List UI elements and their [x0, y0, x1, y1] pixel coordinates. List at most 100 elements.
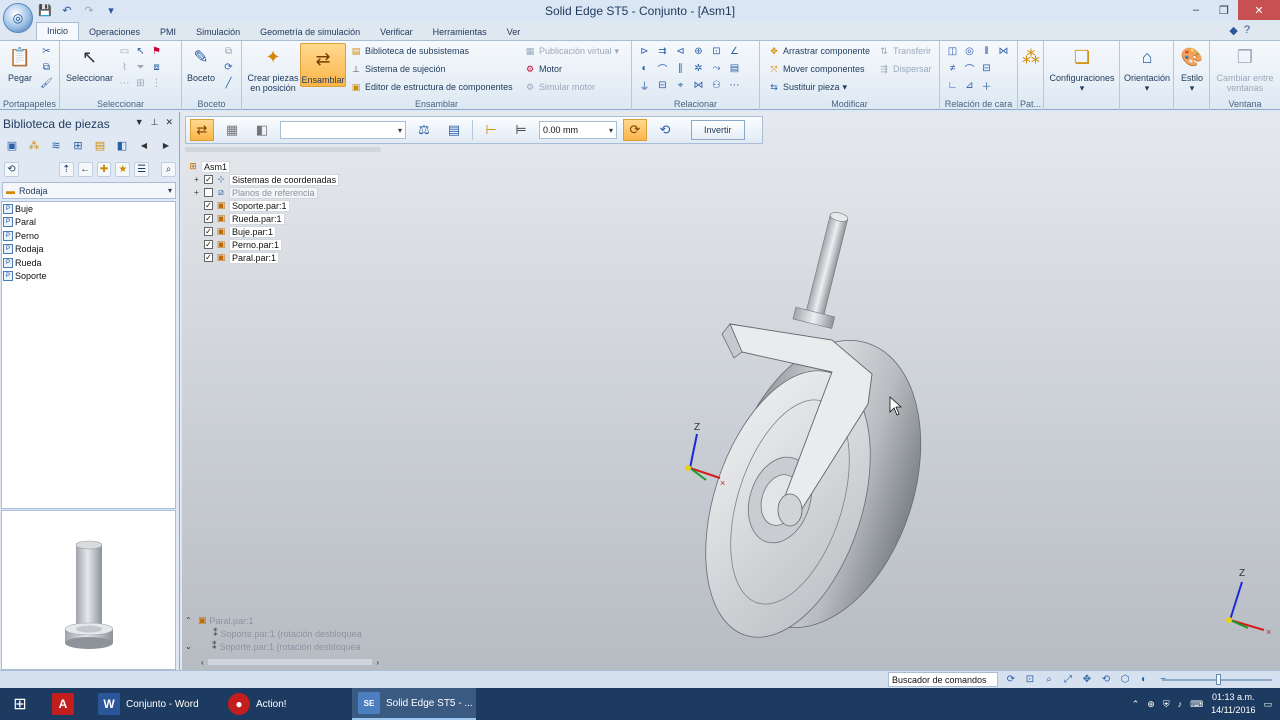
face-tangent-icon[interactable]: ⌒: [963, 62, 976, 76]
layers-tab-icon[interactable]: ≋: [48, 137, 64, 153]
face-perpendicular-icon[interactable]: ∟: [946, 79, 959, 92]
invert-button[interactable]: Invertir: [691, 120, 745, 140]
expand-icon[interactable]: +: [192, 175, 201, 184]
structure-editor-button[interactable]: ▣ Editor de estructura de componentes: [350, 81, 513, 93]
library-tab-icon[interactable]: ▣: [4, 137, 20, 153]
command-finder[interactable]: Buscador de comandos: [888, 672, 998, 687]
insert-icon[interactable]: ⊕: [692, 45, 705, 58]
tab-inicio[interactable]: Inicio: [36, 22, 80, 40]
visibility-checkbox[interactable]: ✓: [204, 175, 213, 184]
maximize-button[interactable]: ❐: [1210, 0, 1238, 20]
relation-assistant-icon[interactable]: ⚇: [710, 79, 723, 92]
zoom-slider-thumb[interactable]: [1216, 674, 1221, 685]
select-funnel-icon[interactable]: ⏷: [134, 61, 147, 74]
windows-start-icon[interactable]: ⊞: [0, 688, 40, 720]
pane-menu-icon[interactable]: ▼: [135, 117, 144, 128]
fit-icon[interactable]: ⤢: [1061, 672, 1075, 686]
keyboard-icon[interactable]: ⌨: [1190, 699, 1203, 710]
back-icon[interactable]: ←: [77, 161, 93, 177]
face-symmetric-icon[interactable]: ⋈: [997, 45, 1010, 58]
select-lasso-icon[interactable]: ⌇: [118, 61, 131, 74]
fastener-system-button[interactable]: ⊥ Sistema de sujeción: [350, 63, 445, 75]
configurations-button[interactable]: ❏ Configuraciones ▾: [1049, 43, 1115, 93]
tree-row[interactable]: ✓ ▣ Paral.par:1: [188, 251, 339, 264]
face-concentric-icon[interactable]: ◎: [963, 45, 976, 58]
view-cube-icon[interactable]: ⬡: [1118, 672, 1132, 686]
list-item[interactable]: P Soporte: [2, 270, 175, 284]
create-in-place-button[interactable]: ✦ Crear piezas en posición: [246, 43, 300, 93]
pattern-button[interactable]: ⁂: [1021, 43, 1041, 73]
notifications-icon[interactable]: ▭: [1263, 699, 1272, 710]
relationship-scrollbar[interactable]: ‹ ›: [201, 657, 379, 667]
sketch-line-icon[interactable]: ╱: [222, 77, 235, 90]
pan-icon[interactable]: ✥: [1080, 672, 1094, 686]
refresh-icon[interactable]: ⟳: [1004, 672, 1018, 686]
sketch-copy-icon[interactable]: ⧉: [222, 45, 235, 58]
tree-row[interactable]: ✓ ▣ Soporte.par:1: [188, 199, 339, 212]
visibility-checkbox[interactable]: ✓: [204, 201, 213, 210]
path-icon[interactable]: ⤳: [710, 62, 723, 75]
tree-row[interactable]: ✓ ▣ Rueda.par:1: [188, 212, 339, 225]
visibility-checkbox[interactable]: ✓: [204, 227, 213, 236]
virtual-publication-button[interactable]: ▦ Publicación virtual ▾: [524, 45, 619, 57]
view-list-icon[interactable]: ☰: [134, 161, 150, 177]
parallel-icon[interactable]: ∥: [674, 62, 687, 75]
list-item[interactable]: P Perno: [2, 229, 175, 243]
face-parallel-icon[interactable]: ⫴: [980, 45, 993, 58]
visibility-checkbox[interactable]: ✓: [204, 240, 213, 249]
pane-close-icon[interactable]: ✕: [165, 117, 173, 128]
ground-icon[interactable]: ⏚: [638, 79, 651, 93]
match-coord-icon[interactable]: ⌖: [674, 79, 687, 92]
connect-icon[interactable]: ⊡: [710, 45, 723, 58]
style-button[interactable]: 🎨 Estilo ▾: [1177, 43, 1207, 93]
qat-customize-icon[interactable]: ▾: [102, 2, 120, 19]
tab-operaciones[interactable]: Operaciones: [79, 24, 150, 40]
graphics-window[interactable]: ⇄ ▦ ◧ ▾ ⚖ ▤ ⊢ ⊨ 0.00 mm ▾ ⟳ ⟲ Invertir ⊞…: [182, 112, 1280, 670]
sketch-rotate-icon[interactable]: ⟳: [222, 61, 235, 74]
up-folder-icon[interactable]: ⇡: [58, 161, 74, 177]
relationship-row[interactable]: ⌄ ⁑ Soporte.par:1 (rotación desbloquea: [185, 640, 385, 653]
options-icon[interactable]: ◆: [1229, 24, 1237, 37]
replace-part-button[interactable]: ⇆ Sustituir pieza ▾: [768, 81, 847, 93]
views-tab-icon[interactable]: ◧: [114, 137, 130, 153]
folder-combo[interactable]: ▬ Rodaja ▾: [2, 182, 176, 199]
sketch-button[interactable]: ✎ Boceto: [187, 43, 215, 83]
application-button[interactable]: ◎: [3, 3, 33, 33]
cam-icon[interactable]: ⌒: [656, 62, 669, 76]
assemble-options-icon[interactable]: ⇄: [190, 119, 214, 141]
rotate-icon[interactable]: ⟲: [1099, 672, 1113, 686]
list-item[interactable]: P Rueda: [2, 256, 175, 270]
planar-align-icon[interactable]: ⇉: [656, 45, 669, 58]
folders-tab-icon[interactable]: ▤: [92, 137, 108, 153]
face-step-icon[interactable]: ◧: [250, 119, 274, 141]
format-painter-icon[interactable]: 🖌: [40, 77, 53, 90]
rotation-unlock-icon[interactable]: ⟳: [623, 119, 647, 141]
rigid-set-icon[interactable]: ▤: [728, 62, 741, 75]
motor-button[interactable]: ⚙ Motor: [524, 63, 562, 75]
tab-scroll-right-icon[interactable]: ▶: [158, 137, 174, 153]
list-item[interactable]: P Rodaja: [2, 243, 175, 257]
relate-more-icon[interactable]: ⋯: [728, 79, 741, 92]
collapse-icon[interactable]: ⌃: [185, 616, 195, 625]
relation-list-icon[interactable]: ⚖: [412, 119, 436, 141]
pin-icon[interactable]: ⊥: [151, 117, 159, 128]
disperse-button[interactable]: ⇶ Dispersar: [878, 63, 931, 75]
taskbar-word[interactable]: W Conjunto - Word: [92, 688, 212, 720]
cut-icon[interactable]: ✂: [40, 45, 53, 58]
tangent-icon[interactable]: ◐: [638, 62, 651, 75]
security-icon[interactable]: ⛨: [1163, 699, 1170, 710]
simulate-motor-button[interactable]: ⚙ Simular motor: [524, 81, 595, 93]
tab-simulacion[interactable]: Simulación: [186, 24, 250, 40]
library-home-icon[interactable]: ⟲: [4, 161, 19, 177]
transfer-button[interactable]: ⇅ Transferir: [878, 45, 931, 57]
zoom-icon[interactable]: ⌕: [1042, 672, 1056, 686]
taskbar-acrobat[interactable]: A: [46, 688, 86, 720]
scroll-left-icon[interactable]: ‹: [201, 658, 204, 667]
face-coplanar-icon[interactable]: ◫: [946, 45, 959, 58]
visibility-checkbox[interactable]: ✓: [204, 253, 213, 262]
tree-row[interactable]: ✓ ▣ Buje.par:1: [188, 225, 339, 238]
redo-icon[interactable]: ↷: [80, 2, 98, 19]
clock[interactable]: 01:13 a.m. 14/11/2016: [1211, 691, 1255, 717]
favorites-icon[interactable]: ★: [115, 161, 131, 177]
features-tab-icon[interactable]: ⊞: [70, 137, 86, 153]
